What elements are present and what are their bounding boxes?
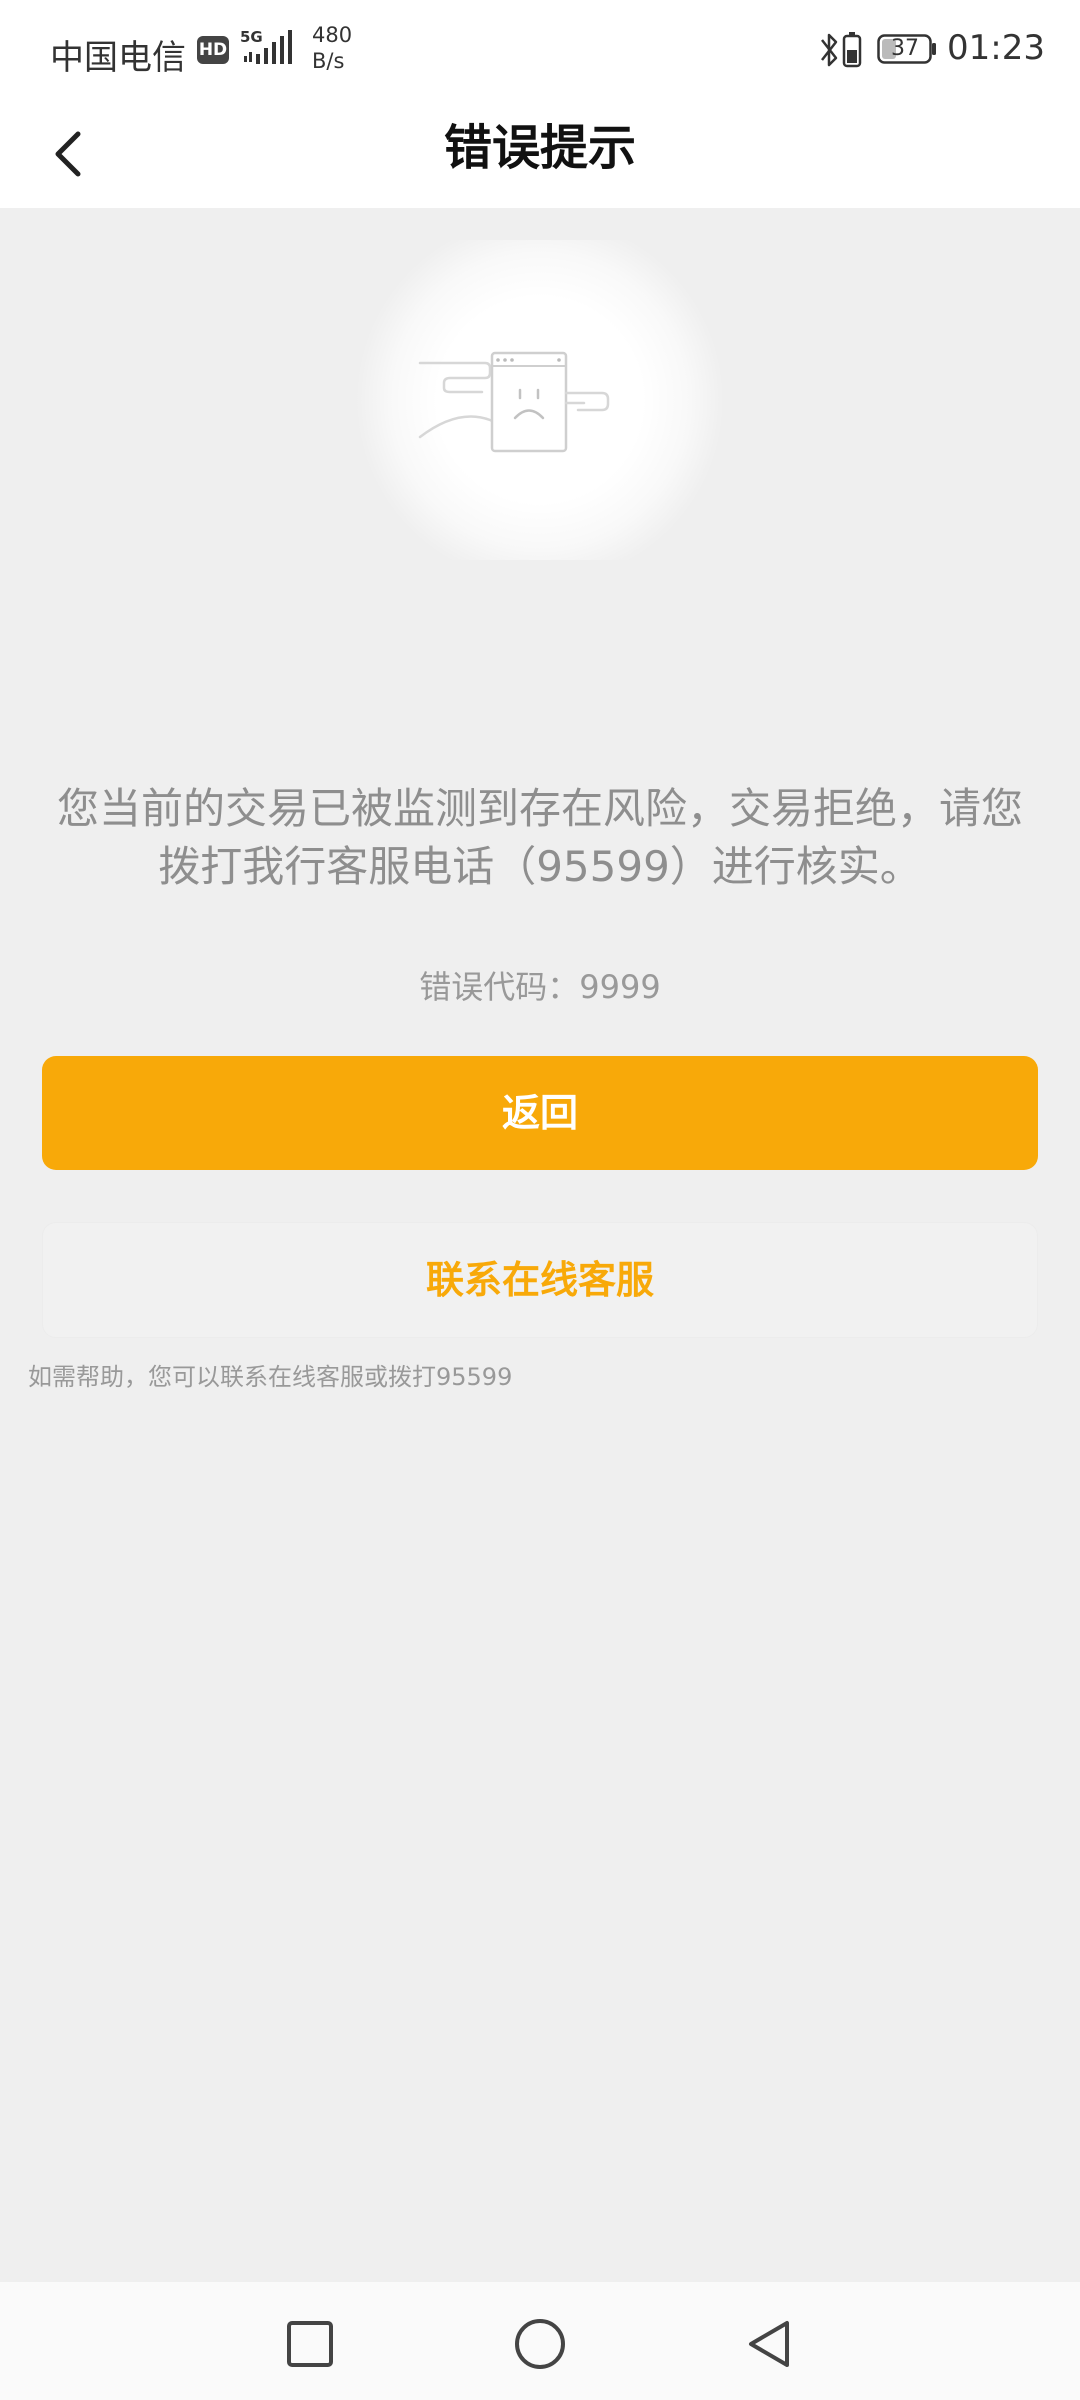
device-battery-icon (842, 32, 862, 68)
network-speed: 480 B/s (312, 22, 352, 74)
nav-bar: 错误提示 (0, 100, 1080, 208)
help-text: 如需帮助，您可以联系在线客服或拨打95599 (28, 1363, 513, 1391)
back-button[interactable] (38, 114, 98, 194)
error-code: 错误代码：9999 (419, 968, 661, 1006)
hd-badge: HD (197, 36, 229, 64)
error-page: 中国电信 HD 5G 480 B/s 37 01:23 错误提示 您当前的交易已… (0, 0, 1080, 2400)
system-back-triangle-icon[interactable] (742, 2316, 798, 2372)
system-nav-bar (0, 2282, 1080, 2400)
clock: 01:23 (947, 28, 1045, 68)
return-button[interactable]: 返回 (42, 1056, 1038, 1170)
chevron-left-icon (55, 131, 81, 177)
network-speed-value: 480 (312, 23, 353, 47)
carrier-name: 中国电信 (50, 38, 186, 78)
page-title: 错误提示 (443, 120, 636, 176)
home-circle-icon[interactable] (512, 2316, 568, 2372)
bluetooth-icon (821, 33, 838, 67)
status-bar: 中国电信 HD 5G 480 B/s 37 01:23 (0, 0, 1080, 100)
signal-strength-icon (244, 30, 292, 64)
error-illustration (340, 240, 740, 560)
network-speed-unit: B/s (312, 49, 345, 73)
contact-online-service-button[interactable]: 联系在线客服 (42, 1222, 1038, 1338)
battery-level: 37 (891, 36, 919, 61)
sad-browser-window-icon (418, 351, 610, 453)
recents-square-icon[interactable] (282, 2316, 338, 2372)
error-message: 您当前的交易已被监测到存在风险，交易拒绝，请您拨打我行客服电话（95599）进行… (56, 784, 1023, 891)
